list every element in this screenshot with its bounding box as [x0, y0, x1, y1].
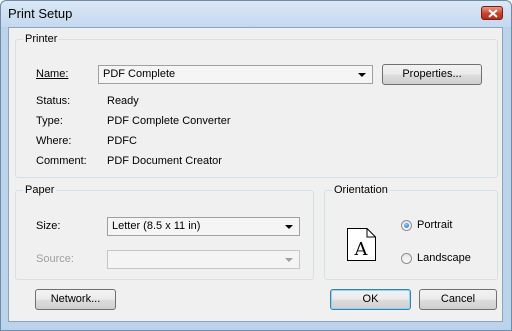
properties-button[interactable]: Properties... — [382, 64, 482, 85]
size-label: Size: — [36, 220, 61, 232]
network-button-label: Network... — [50, 293, 101, 305]
paper-group-label: Paper — [25, 184, 55, 196]
close-icon — [488, 9, 498, 18]
paper-size-value: Letter (8.5 x 11 in) — [112, 220, 201, 232]
source-label: Source: — [36, 253, 74, 265]
portrait-label-text: Portrait — [417, 219, 453, 231]
where-label: Where: — [36, 135, 72, 147]
portrait-page-icon: A — [347, 228, 376, 261]
comment-label: Comment: — [36, 155, 87, 167]
cancel-button-label: Cancel — [440, 293, 476, 305]
comment-value: PDF Document Creator — [107, 155, 222, 167]
landscape-label-text: Landscape — [417, 252, 471, 264]
printer-group: Printer — [15, 33, 498, 178]
network-button[interactable]: Network... — [35, 289, 116, 310]
portrait-label[interactable]: Portrait — [417, 219, 452, 231]
where-value: PDFC — [107, 135, 137, 147]
properties-button-label: Properties... — [402, 68, 462, 80]
title-bar[interactable]: Print Setup — [1, 1, 511, 27]
radio-selected-indicator — [404, 223, 409, 228]
type-value: PDF Complete Converter — [107, 115, 231, 127]
dialog-body: Printer Name: PDF Complete Properties...… — [8, 27, 503, 322]
chevron-down-icon — [285, 258, 293, 262]
landscape-label[interactable]: Landscape — [417, 252, 471, 264]
page-icon-letter: A — [354, 239, 369, 260]
chevron-down-icon — [285, 225, 293, 229]
name-label: Name: — [36, 68, 68, 80]
paper-size-select[interactable]: Letter (8.5 x 11 in) — [107, 217, 300, 236]
ok-button[interactable]: OK — [330, 289, 411, 310]
printer-name-value: PDF Complete — [103, 68, 176, 80]
status-value: Ready — [107, 95, 139, 107]
orientation-group-label: Orientation — [334, 184, 388, 196]
type-label: Type: — [36, 115, 63, 127]
portrait-radio[interactable] — [401, 220, 412, 231]
window-title: Print Setup — [8, 6, 73, 21]
printer-group-label: Printer — [25, 33, 58, 45]
name-label-text: Name: — [36, 68, 69, 80]
print-setup-window: Print Setup Printer Name: PDF Complete P… — [0, 0, 512, 331]
printer-name-select[interactable]: PDF Complete — [98, 65, 373, 84]
cancel-button[interactable]: Cancel — [419, 289, 497, 310]
close-button[interactable] — [481, 6, 503, 20]
paper-source-select[interactable] — [107, 250, 300, 269]
chevron-down-icon — [358, 73, 366, 77]
status-label: Status: — [36, 95, 71, 107]
landscape-radio[interactable] — [401, 253, 412, 264]
ok-button-label: OK — [362, 293, 379, 305]
